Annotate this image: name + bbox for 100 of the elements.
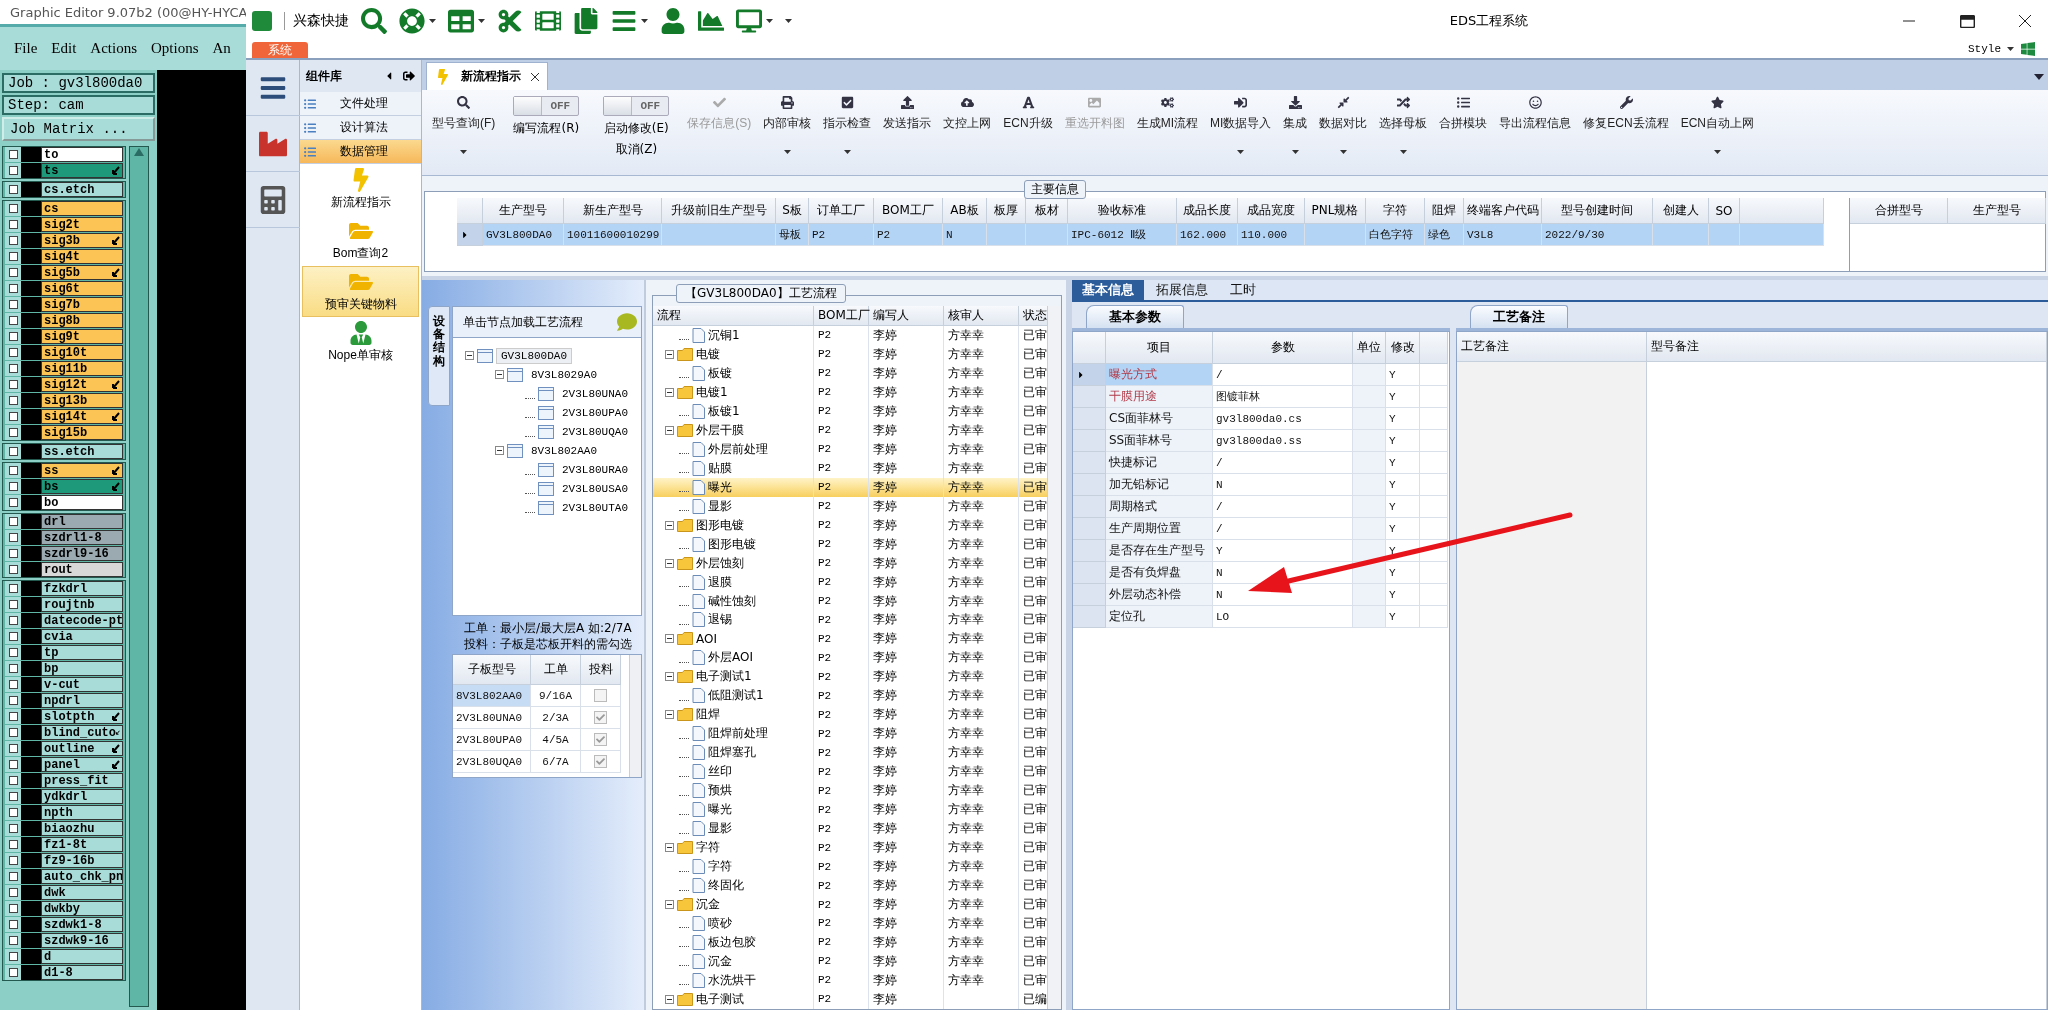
caret-icon[interactable] bbox=[641, 19, 648, 23]
caret-icon[interactable] bbox=[1339, 150, 1347, 154]
column-header[interactable]: 新生产型号 bbox=[564, 198, 662, 224]
checkbox[interactable] bbox=[8, 252, 18, 261]
column-header[interactable]: 合拼型号 bbox=[1850, 198, 1948, 224]
collapse-icon[interactable] bbox=[665, 843, 674, 853]
collapse-icon[interactable] bbox=[495, 446, 504, 455]
layer-name[interactable]: sig12t bbox=[41, 377, 123, 392]
caret-icon[interactable] bbox=[783, 150, 791, 154]
checkbox[interactable] bbox=[8, 396, 18, 405]
column-header[interactable]: 成品长度 bbox=[1177, 198, 1238, 224]
layer-name[interactable]: sig5b bbox=[41, 265, 123, 280]
checkbox[interactable] bbox=[8, 498, 18, 507]
ribbon-button[interactable]: ECN自动上网 bbox=[1674, 96, 1761, 132]
tab[interactable]: 基本信息 bbox=[1072, 280, 1144, 300]
tree-node[interactable]: GV3L800DA0 bbox=[496, 347, 572, 364]
column-header[interactable]: 编写人 bbox=[869, 306, 944, 325]
layer-name[interactable]: sig14t bbox=[41, 409, 123, 424]
job-matrix-button[interactable]: Job Matrix ... bbox=[2, 117, 155, 141]
checkbox[interactable] bbox=[8, 808, 18, 817]
maximize-icon[interactable] bbox=[1959, 13, 1975, 29]
ribbon-button[interactable]: 发送指示 bbox=[877, 96, 938, 132]
checkbox[interactable] bbox=[594, 733, 607, 746]
scissors-icon[interactable] bbox=[497, 8, 523, 34]
ribbon-button[interactable]: 数据对比 bbox=[1313, 96, 1374, 132]
column-header[interactable]: 流程 bbox=[653, 306, 814, 325]
checkbox[interactable] bbox=[594, 689, 607, 702]
collapse-icon[interactable] bbox=[665, 994, 674, 1004]
ribbon-button[interactable]: ECN升级 bbox=[997, 96, 1059, 132]
layer-name[interactable]: auto_chk_pn bbox=[41, 869, 123, 884]
layer-name[interactable]: npth bbox=[41, 805, 123, 820]
checkbox[interactable] bbox=[8, 952, 18, 961]
tree-node[interactable]: 8V3L802AA0 bbox=[526, 442, 602, 459]
layer-name[interactable]: panel bbox=[41, 757, 123, 772]
layer-name[interactable]: sig2t bbox=[41, 217, 123, 232]
checkbox[interactable] bbox=[8, 904, 18, 913]
checkbox[interactable] bbox=[8, 236, 18, 245]
style-menu[interactable]: Style bbox=[1962, 40, 2042, 58]
lifebuoy-icon[interactable] bbox=[399, 8, 425, 34]
layer-name[interactable]: press_fit bbox=[41, 773, 123, 788]
checkbox[interactable] bbox=[8, 166, 18, 175]
checkbox[interactable] bbox=[8, 840, 18, 849]
layer-name[interactable]: sig15b bbox=[41, 425, 123, 440]
caret-icon[interactable] bbox=[1713, 150, 1721, 154]
layer-name[interactable]: fz9-16b bbox=[41, 853, 123, 868]
toggle-switch[interactable]: OFF bbox=[603, 96, 670, 116]
layer-name[interactable]: tp bbox=[41, 645, 123, 660]
column-header[interactable]: 参数 bbox=[1213, 332, 1353, 364]
collapse-icon[interactable] bbox=[665, 634, 674, 644]
layer-name[interactable]: ss.etch bbox=[41, 444, 123, 459]
checkbox[interactable] bbox=[8, 549, 18, 558]
column-header[interactable]: PNL规格 bbox=[1305, 198, 1366, 224]
module-item[interactable]: 新流程指示 bbox=[302, 164, 419, 215]
layer-name[interactable]: biaozhu bbox=[41, 821, 123, 836]
layer-name[interactable]: fzkdrl bbox=[41, 581, 123, 596]
checkbox[interactable] bbox=[8, 760, 18, 769]
collapse-icon[interactable] bbox=[665, 558, 674, 568]
collapse-icon[interactable] bbox=[665, 425, 674, 435]
row-header[interactable] bbox=[457, 224, 483, 246]
user-icon[interactable] bbox=[660, 8, 686, 34]
column-header[interactable]: 订单工厂 bbox=[809, 198, 874, 224]
ribbon-button[interactable]: 合拼模块 bbox=[1433, 96, 1494, 132]
caret-icon[interactable] bbox=[2007, 47, 2014, 51]
module-item[interactable]: Bom查询2 bbox=[302, 215, 419, 266]
area-chart-icon[interactable] bbox=[698, 8, 724, 34]
ribbon-button[interactable]: 选择母板 bbox=[1373, 96, 1434, 132]
tab[interactable]: 拓展信息 bbox=[1146, 280, 1218, 300]
menu-item[interactable]: Edit bbox=[51, 40, 77, 57]
list-icon[interactable] bbox=[611, 8, 637, 34]
checkbox[interactable] bbox=[8, 447, 18, 456]
column-header[interactable]: 板厚 bbox=[987, 198, 1026, 224]
layer-name[interactable]: bo bbox=[41, 495, 123, 510]
module-item[interactable]: Nope单审核 bbox=[302, 317, 419, 368]
column-header[interactable]: 阻焊 bbox=[1425, 198, 1464, 224]
collapse-icon[interactable] bbox=[465, 351, 474, 360]
checkbox[interactable] bbox=[8, 792, 18, 801]
category-item[interactable]: 文件处理 bbox=[300, 92, 421, 116]
checkbox[interactable] bbox=[8, 936, 18, 945]
menu-item[interactable]: Actions bbox=[90, 40, 137, 57]
tree-node[interactable]: 2V3L80UPA0 bbox=[557, 404, 633, 421]
caret-icon[interactable] bbox=[1399, 150, 1407, 154]
caret-icon[interactable] bbox=[429, 19, 436, 23]
layer-name[interactable]: cvia bbox=[41, 629, 123, 644]
checkbox[interactable] bbox=[8, 348, 18, 357]
collapse-icon[interactable] bbox=[495, 370, 504, 379]
caret-icon[interactable] bbox=[1237, 150, 1245, 154]
ribbon-button[interactable]: 集成 bbox=[1277, 96, 1314, 132]
layer-name[interactable]: cs bbox=[41, 201, 123, 216]
checkbox[interactable] bbox=[8, 920, 18, 929]
column-header[interactable]: 修改 bbox=[1386, 332, 1420, 364]
checkbox[interactable] bbox=[8, 584, 18, 593]
up-arrow-icon[interactable] bbox=[133, 147, 145, 157]
collapse-icon[interactable] bbox=[665, 900, 674, 909]
film-icon[interactable] bbox=[535, 8, 561, 34]
layer-name[interactable]: fz1-8t bbox=[41, 837, 123, 852]
layer-name[interactable]: dwk bbox=[41, 885, 123, 900]
layer-name[interactable]: sig4t bbox=[41, 249, 123, 264]
caret-icon[interactable] bbox=[785, 19, 792, 23]
close-icon[interactable] bbox=[2019, 15, 2031, 27]
column-header[interactable]: 板材 bbox=[1026, 198, 1068, 224]
